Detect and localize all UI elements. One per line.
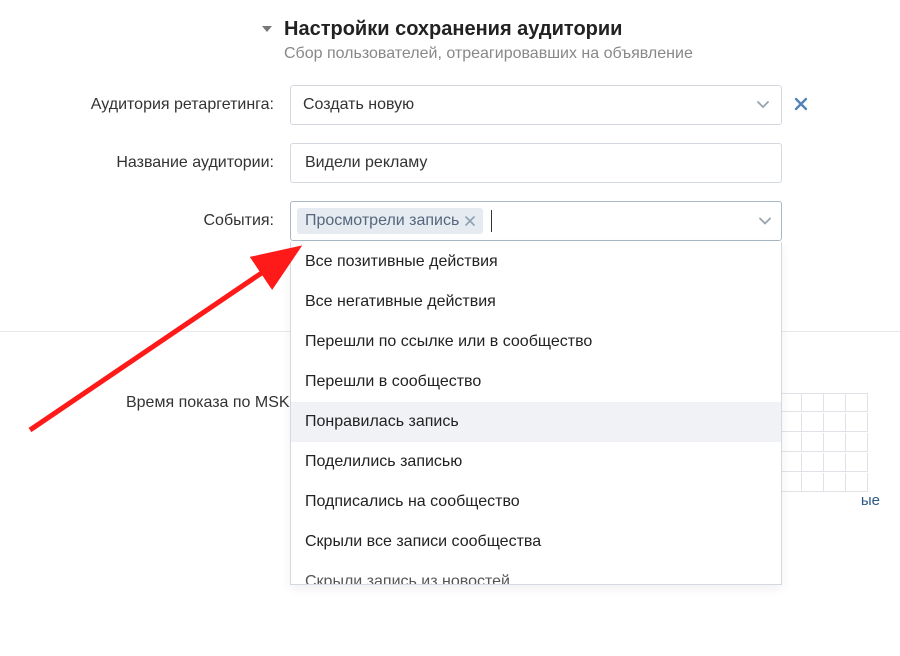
events-tag: Просмотрели запись xyxy=(297,208,483,234)
events-tag-label: Просмотрели запись xyxy=(305,212,459,230)
events-option[interactable]: Поделились записью xyxy=(291,442,781,482)
events-option[interactable]: Скрыли запись из новостей xyxy=(291,562,781,584)
chevron-down-icon xyxy=(757,96,769,114)
schedule-cell[interactable] xyxy=(780,393,802,412)
events-option[interactable]: Подписались на сообщество xyxy=(291,482,781,522)
schedule-cell[interactable] xyxy=(824,433,846,452)
events-option[interactable]: Понравилась запись xyxy=(291,402,781,442)
events-option[interactable]: Скрыли все записи сообщества xyxy=(291,522,781,562)
schedule-cell[interactable] xyxy=(802,433,824,452)
schedule-cell[interactable] xyxy=(802,393,824,412)
section-subtitle: Сбор пользователей, отреагировавших на о… xyxy=(284,45,693,63)
schedule-cell[interactable] xyxy=(780,473,802,492)
schedule-cell[interactable] xyxy=(780,453,802,472)
chevron-down-icon xyxy=(759,213,771,230)
schedule-cell[interactable] xyxy=(846,413,868,432)
schedule-cell[interactable] xyxy=(846,393,868,412)
audience-name-input-wrap xyxy=(290,143,782,183)
retargeting-audience-label: Аудитория ретаргетинга: xyxy=(20,96,290,114)
schedule-cell[interactable] xyxy=(802,413,824,432)
events-label: События: xyxy=(20,212,290,230)
events-option[interactable]: Все негативные действия xyxy=(291,282,781,322)
schedule-cell[interactable] xyxy=(824,453,846,472)
remove-audience-button[interactable] xyxy=(794,95,808,116)
retargeting-audience-value: Создать новую xyxy=(303,96,757,114)
schedule-cell[interactable] xyxy=(824,413,846,432)
section-title: Настройки сохранения аудитории xyxy=(284,18,693,41)
text-cursor xyxy=(491,210,492,232)
events-tag-remove-icon[interactable] xyxy=(465,213,475,230)
events-multiselect[interactable]: Просмотрели запись xyxy=(290,201,782,241)
audience-name-label: Название аудитории: xyxy=(20,154,290,172)
audience-name-input[interactable] xyxy=(303,144,769,182)
collapse-toggle-icon[interactable] xyxy=(260,24,274,34)
schedule-cell[interactable] xyxy=(802,453,824,472)
schedule-cell[interactable] xyxy=(824,473,846,492)
schedule-cell[interactable] xyxy=(780,433,802,452)
schedule-cell[interactable] xyxy=(780,413,802,432)
events-option[interactable]: Перешли по ссылке или в сообщество xyxy=(291,322,781,362)
schedule-cell[interactable] xyxy=(802,473,824,492)
retargeting-audience-select[interactable]: Создать новую xyxy=(290,85,782,125)
time-label: Время показа по MSK: xyxy=(40,392,310,412)
events-dropdown: Все позитивные действияВсе негативные де… xyxy=(290,242,782,585)
events-option[interactable]: Перешли в сообщество xyxy=(291,362,781,402)
schedule-cell[interactable] xyxy=(846,433,868,452)
schedule-cell[interactable] xyxy=(846,473,868,492)
right-link-fragment[interactable]: ые xyxy=(861,492,880,509)
schedule-cell[interactable] xyxy=(846,453,868,472)
events-option[interactable]: Все позитивные действия xyxy=(291,242,781,282)
schedule-cell[interactable] xyxy=(824,393,846,412)
